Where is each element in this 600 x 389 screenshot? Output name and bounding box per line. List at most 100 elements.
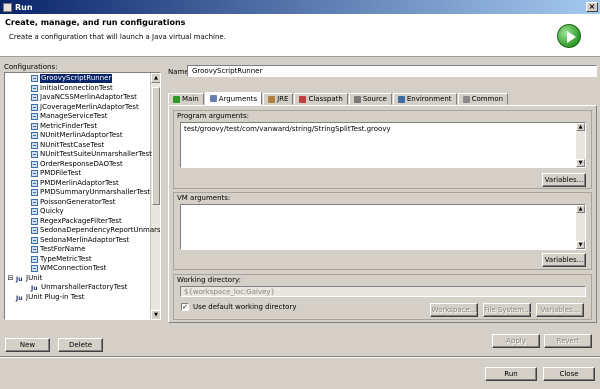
header-title: Create, manage, and run configurations: [5, 18, 186, 27]
revert-button[interactable]: Revert: [544, 334, 592, 348]
scroll-down-arrow-icon[interactable]: ▼: [151, 310, 160, 319]
tab-main[interactable]: Main: [168, 93, 204, 105]
tree-item[interactable]: PMDMerlinAdaptorTest: [31, 179, 119, 188]
configurations-tree[interactable]: ▲ ▼ GroovyScriptRunner InitialConnectionT…: [4, 72, 161, 320]
tree-item[interactable]: WMConnectionTest: [31, 264, 106, 273]
program-arguments-group: Program arguments: test/groovy/test/com/…: [173, 110, 592, 189]
tree-item[interactable]: PoissonGeneratorTest: [31, 198, 116, 207]
tree-item-label: JCoverageMerlinAdaptorTest: [40, 102, 139, 111]
tree-item[interactable]: Quicky: [31, 207, 64, 216]
tree-item[interactable]: InitialConnectionTest: [31, 84, 113, 93]
vm-arguments-label: VM arguments:: [177, 194, 231, 202]
tree-item-label: SedonaMerlinAdaptorTest: [40, 235, 130, 244]
tab-environment[interactable]: Environment: [392, 93, 457, 105]
name-input[interactable]: GroovyScriptRunner: [187, 65, 597, 77]
tab-arguments[interactable]: Arguments: [204, 92, 263, 105]
tree-item-label: OrderResponseDAOTest: [40, 159, 123, 168]
tree-item[interactable]: GroovyScriptRunner: [31, 74, 113, 83]
tab-jre[interactable]: JRE: [263, 93, 294, 105]
tree-group-label: JUnit Plug-in Test: [26, 292, 85, 301]
java-application-icon: [31, 151, 38, 158]
tree-item-label: NUnitMerlinAdaptorTest: [40, 131, 123, 139]
tree-item[interactable]: MetricFinderTest: [31, 122, 97, 131]
tree-group-item[interactable]: Ju UnmarshallerFactoryTest: [31, 283, 127, 292]
tree-item-label: TypeMetricTest: [40, 254, 92, 263]
java-application-icon: [31, 75, 38, 82]
apply-button[interactable]: Apply: [492, 334, 540, 348]
workspace-button[interactable]: Workspace...: [430, 303, 478, 317]
tree-item[interactable]: NUnitMerlinAdaptorTest: [31, 131, 123, 140]
tab-label: Common: [471, 95, 504, 103]
tree-vertical-scrollbar[interactable]: ▲ ▼: [150, 73, 160, 319]
tab-label: Classpath: [308, 95, 343, 103]
program-variables-button[interactable]: Variables...: [542, 173, 586, 187]
scroll-up-arrow-icon[interactable]: ▲: [151, 73, 160, 83]
tree-item[interactable]: OrderResponseDAOTest: [31, 160, 123, 169]
java-application-icon: [31, 208, 38, 215]
common-tab-icon: [462, 95, 470, 103]
tree-item[interactable]: SedonaDependencyReportUnmarsl: [31, 226, 161, 235]
java-application-icon: [31, 189, 38, 196]
tab-source[interactable]: Source: [348, 93, 392, 105]
working-directory-group: Working directory: ${workspace_loc:Galve…: [173, 274, 592, 320]
tree-item[interactable]: NUnitTestCaseTest: [31, 141, 104, 150]
working-directory-label: Working directory:: [177, 276, 241, 284]
use-default-checkbox[interactable]: ✓: [181, 303, 189, 311]
tree-group-item[interactable]: ⊟ Ju JUnit: [7, 274, 43, 283]
tree-item[interactable]: NUnitTestSuiteUnmarshallerTest: [31, 150, 152, 159]
vm-args-scrollbar[interactable]: ▲ ▼: [576, 205, 585, 249]
java-application-icon: [31, 236, 38, 244]
java-application-icon: [31, 255, 38, 263]
window-title: Run: [15, 2, 33, 12]
tree-item[interactable]: RegexPackageFilterTest: [31, 217, 122, 226]
vm-arguments-textarea[interactable]: ▲ ▼: [180, 204, 586, 250]
tree-item[interactable]: JCoverageMerlinAdaptorTest: [31, 103, 139, 112]
tree-item-label: JavaNCSSMerlinAdaptorTest: [40, 93, 137, 101]
footer-separator: [0, 356, 600, 357]
java-application-icon: [31, 170, 38, 177]
run-button[interactable]: Run: [485, 367, 537, 381]
tree-item[interactable]: ManageServiceTest: [31, 112, 107, 121]
scroll-up-arrow-icon[interactable]: ▲: [576, 205, 585, 213]
vm-variables-button[interactable]: Variables...: [542, 253, 586, 267]
scroll-down-arrow-icon[interactable]: ▼: [576, 241, 585, 249]
use-default-label: Use default working directory: [193, 303, 297, 311]
tree-item-label: MetricFinderTest: [40, 121, 98, 130]
scroll-down-arrow-icon[interactable]: ▼: [576, 159, 585, 167]
tree-item[interactable]: TypeMetricTest: [31, 255, 92, 264]
scroll-thumb[interactable]: [152, 87, 160, 205]
new-button[interactable]: New: [5, 338, 50, 352]
tree-group-item[interactable]: Ju JUnit Plug-in Test: [7, 293, 85, 302]
junit-icon: Ju: [16, 294, 23, 302]
tree-item-label: PMDFileTest: [40, 169, 82, 177]
program-args-scrollbar[interactable]: ▲ ▼: [576, 123, 585, 167]
file-system-button[interactable]: File System...: [483, 303, 531, 317]
working-dir-variables-button[interactable]: Variables...: [536, 303, 584, 317]
close-window-button[interactable]: ×: [586, 2, 598, 12]
tree-item-label: PMDMerlinAdaptorTest: [40, 178, 119, 187]
tab-classpath[interactable]: Classpath: [294, 93, 348, 105]
tree-item[interactable]: PMDFileTest: [31, 169, 81, 178]
tab-common[interactable]: Common: [457, 93, 509, 105]
scroll-up-arrow-icon[interactable]: ▲: [576, 123, 585, 131]
java-application-icon: [31, 132, 38, 139]
tab-label: Arguments: [218, 94, 258, 103]
close-button[interactable]: Close: [543, 367, 595, 381]
program-arguments-textarea[interactable]: test/groovy/test/com/vanward/string/Stri…: [180, 122, 586, 168]
tree-item[interactable]: JavaNCSSMerlinAdaptorTest: [31, 93, 137, 102]
tree-item[interactable]: SedonaMerlinAdaptorTest: [31, 236, 129, 245]
tree-item-label: SedonaDependencyReportUnmarsl: [40, 226, 161, 234]
tree-item[interactable]: PMDSummaryUnmarshallerTest: [31, 188, 150, 197]
tab-label: Main: [182, 95, 199, 103]
delete-button[interactable]: Delete: [58, 338, 103, 352]
environment-tab-icon: [397, 95, 405, 103]
java-application-icon: [31, 103, 38, 111]
working-directory-input[interactable]: ${workspace_loc:Galvey}: [180, 286, 586, 297]
tree-item[interactable]: TestForName: [31, 245, 85, 254]
tree-item-label: PMDSummaryUnmarshallerTest: [40, 188, 151, 196]
java-application-icon: [31, 265, 38, 272]
junit-icon: Ju: [31, 285, 38, 292]
collapse-icon[interactable]: ⊟: [7, 274, 14, 283]
tree-item-label: InitialConnectionTest: [40, 83, 113, 92]
java-application-icon: [31, 84, 38, 92]
